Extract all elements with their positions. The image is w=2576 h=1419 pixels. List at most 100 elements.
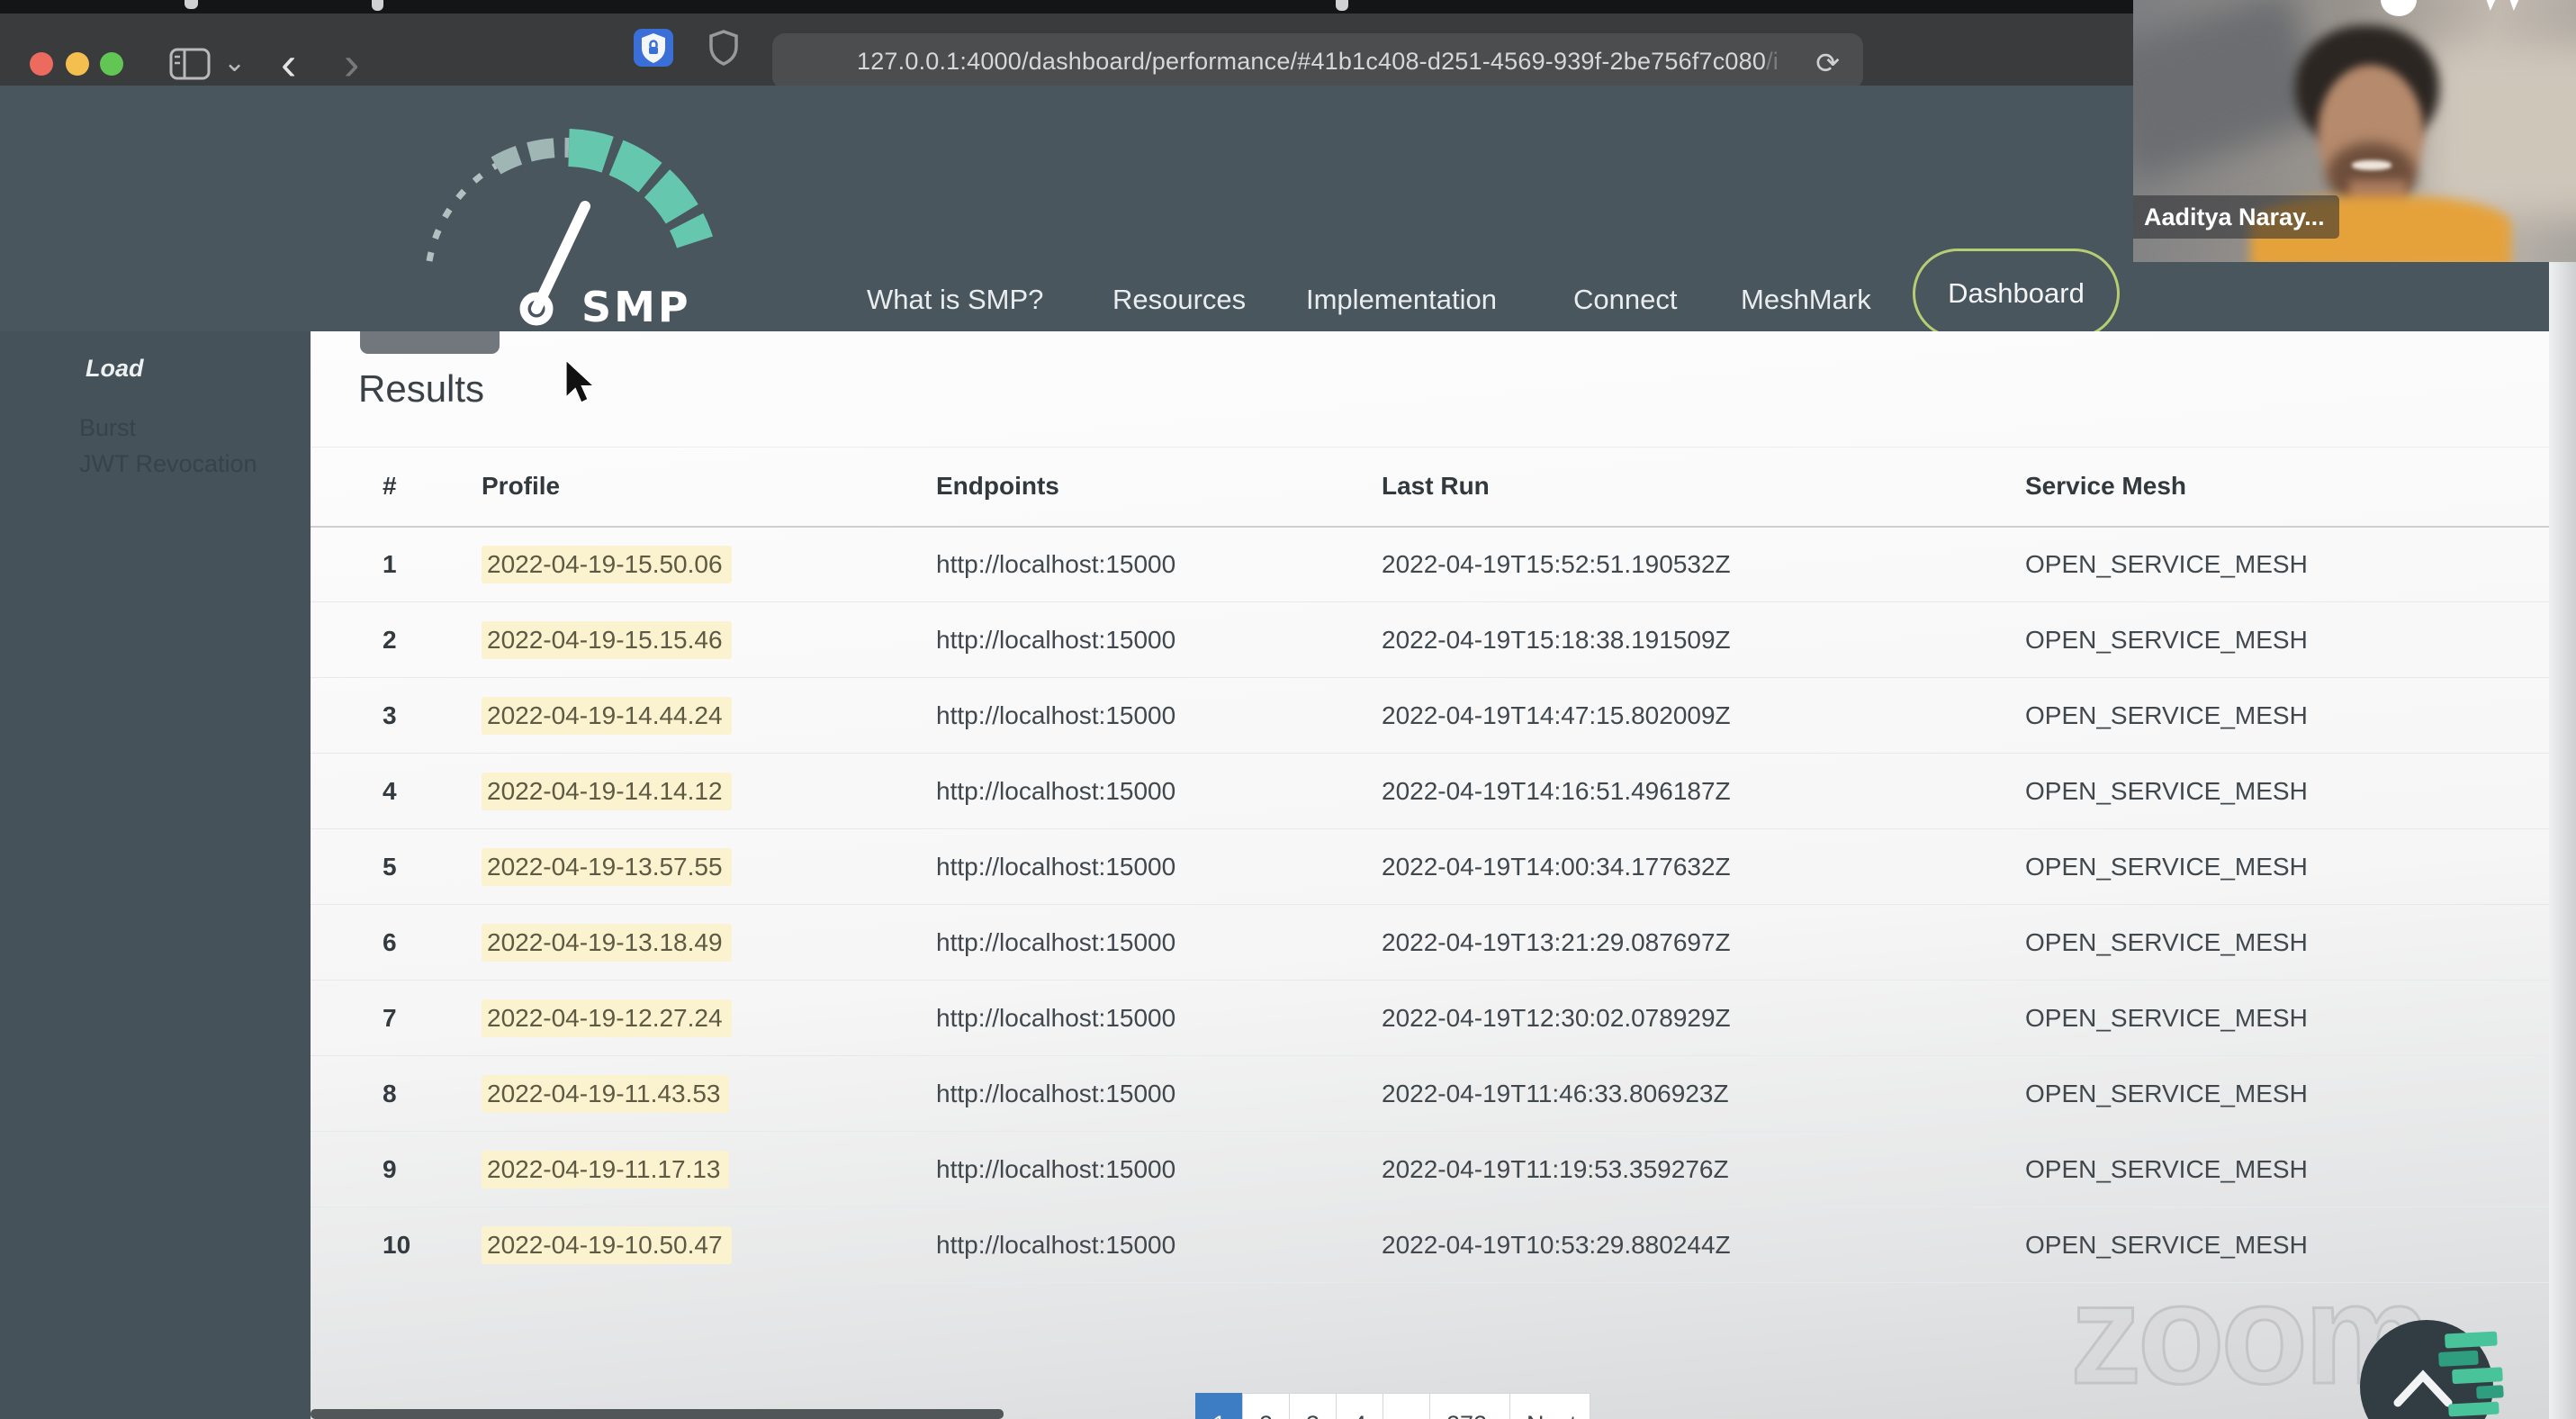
horizontal-scrollbar[interactable] bbox=[311, 1409, 1004, 1419]
cell-number: 9 bbox=[311, 1131, 482, 1207]
mouse-cursor bbox=[565, 360, 596, 404]
page-title: Results bbox=[358, 367, 485, 410]
results-row: 4 2022-04-19-14.14.12 http://localhost:150… bbox=[311, 753, 2554, 829]
sidebar-item-burst[interactable]: Burst bbox=[79, 414, 136, 442]
collapse-fab[interactable] bbox=[2347, 1315, 2576, 1419]
cell-last-run: 2022-04-19T11:19:53.359276Z bbox=[1382, 1131, 2025, 1207]
pagination-page-3[interactable]: 3 bbox=[1289, 1393, 1337, 1419]
participant-name: Aaditya Naray... bbox=[2144, 203, 2325, 230]
participant-name-badge: Aaditya Naray... bbox=[2133, 195, 2339, 239]
chevron-down-icon[interactable]: ⌄ bbox=[223, 50, 246, 77]
cell-service-mesh: OPEN_SERVICE_MESH bbox=[2025, 1055, 2554, 1132]
cell-number: 1 bbox=[311, 526, 482, 602]
cell-service-mesh: OPEN_SERVICE_MESH bbox=[2025, 753, 2554, 829]
minimize-window-button[interactable] bbox=[66, 52, 89, 76]
cell-profile: 2022-04-19-14.44.24 bbox=[482, 677, 936, 754]
webcam-tile[interactable]: Aaditya Naray... bbox=[2133, 0, 2576, 262]
cell-number: 2 bbox=[311, 601, 482, 678]
cutoff-text-fragment bbox=[1336, 0, 1348, 11]
profile-highlight[interactable]: 2022-04-19-11.17.13 bbox=[482, 1150, 730, 1189]
cell-last-run: 2022-04-19T13:21:29.087697Z bbox=[1382, 904, 2025, 981]
results-row: 5 2022-04-19-13.57.55 http://localhost:150… bbox=[311, 828, 2554, 905]
pagination-page-1[interactable]: 1 bbox=[1195, 1393, 1243, 1419]
profile-highlight[interactable]: 2022-04-19-13.18.49 bbox=[482, 923, 732, 962]
close-window-button[interactable] bbox=[30, 52, 53, 76]
cell-profile: 2022-04-19-13.57.55 bbox=[482, 828, 936, 905]
results-row: 3 2022-04-19-14.44.24 http://localhost:150… bbox=[311, 677, 2554, 754]
shield-extension-icon[interactable] bbox=[704, 26, 743, 69]
reload-icon[interactable]: ⟳ bbox=[1815, 46, 1840, 80]
pagination-page-4[interactable]: 4 bbox=[1336, 1393, 1383, 1419]
profile-highlight[interactable]: 2022-04-19-14.44.24 bbox=[482, 696, 732, 735]
profile-highlight[interactable]: 2022-04-19-15.50.06 bbox=[482, 545, 732, 583]
profile-highlight[interactable]: 2022-04-19-12.27.24 bbox=[482, 999, 732, 1037]
scrolled-tab-stub[interactable] bbox=[360, 331, 500, 354]
column-header-profile: Profile bbox=[482, 447, 936, 528]
cell-profile: 2022-04-19-10.50.47 bbox=[482, 1207, 936, 1283]
cutoff-text-fragment bbox=[185, 0, 198, 9]
cell-last-run: 2022-04-19T14:00:34.177632Z bbox=[1382, 828, 2025, 905]
column-header-endpoints: Endpoints bbox=[936, 447, 1382, 528]
cell-profile: 2022-04-19-15.50.06 bbox=[482, 526, 936, 602]
cell-service-mesh: OPEN_SERVICE_MESH bbox=[2025, 980, 2554, 1056]
address-bar[interactable]: 127.0.0.1:4000/dashboard/performance/#41… bbox=[772, 33, 1863, 89]
cell-endpoint: http://localhost:15000 bbox=[936, 677, 1382, 754]
cell-service-mesh: OPEN_SERVICE_MESH bbox=[2025, 828, 2554, 905]
sidebar-item-jwt-revocation[interactable]: JWT Revocation bbox=[79, 450, 257, 478]
smp-speedometer-logo[interactable]: SMP bbox=[396, 122, 747, 333]
vertical-scrollbar[interactable] bbox=[2549, 262, 2576, 1419]
cell-endpoint: http://localhost:15000 bbox=[936, 601, 1382, 678]
cell-endpoint: http://localhost:15000 bbox=[936, 1131, 1382, 1207]
cell-endpoint: http://localhost:15000 bbox=[936, 828, 1382, 905]
profile-highlight[interactable]: 2022-04-19-11.43.53 bbox=[482, 1074, 730, 1113]
cell-number: 5 bbox=[311, 828, 482, 905]
results-header-row: # Profile Endpoints Last Run Service Mesh bbox=[311, 447, 2554, 528]
cell-last-run: 2022-04-19T12:30:02.078929Z bbox=[1382, 980, 2025, 1056]
screen: ⌄ ‹ › 127.0.0.1:4000/dashboard/performan… bbox=[0, 0, 2576, 1419]
pagination-page-2[interactable]: 2 bbox=[1242, 1393, 1290, 1419]
nav-item-dashboard[interactable]: Dashboard bbox=[1913, 249, 2120, 339]
cell-number: 7 bbox=[311, 980, 482, 1056]
forward-button[interactable]: › bbox=[344, 41, 359, 87]
cell-profile: 2022-04-19-11.17.13 bbox=[482, 1131, 936, 1207]
pagination-next-button[interactable]: Next bbox=[1509, 1393, 1590, 1419]
results-row: 1 2022-04-19-15.50.06 http://localhost:150… bbox=[311, 526, 2554, 602]
cell-last-run: 2022-04-19T15:52:51.190532Z bbox=[1382, 526, 2025, 602]
results-row: 2 2022-04-19-15.15.46 http://localhost:150… bbox=[311, 601, 2554, 678]
cell-service-mesh: OPEN_SERVICE_MESH bbox=[2025, 601, 2554, 678]
profile-highlight[interactable]: 2022-04-19-15.15.46 bbox=[482, 620, 732, 659]
cell-number: 10 bbox=[311, 1207, 482, 1283]
column-header-service-mesh: Service Mesh bbox=[2025, 447, 2554, 528]
cell-service-mesh: OPEN_SERVICE_MESH bbox=[2025, 526, 2554, 602]
smp-logo-text: SMP bbox=[581, 283, 691, 331]
nav-item-what-is-smp[interactable]: What is SMP? bbox=[867, 279, 1043, 321]
cell-service-mesh: OPEN_SERVICE_MESH bbox=[2025, 677, 2554, 754]
cell-endpoint: http://localhost:15000 bbox=[936, 1055, 1382, 1132]
cutoff-overlay-circle bbox=[2381, 0, 2417, 16]
pagination-page-…[interactable]: … bbox=[1383, 1393, 1430, 1419]
cell-profile: 2022-04-19-12.27.24 bbox=[482, 980, 936, 1056]
nav-item-meshmark[interactable]: MeshMark bbox=[1741, 279, 1871, 321]
cell-endpoint: http://localhost:15000 bbox=[936, 753, 1382, 829]
pagination-page-272[interactable]: 272 bbox=[1429, 1393, 1510, 1419]
results-table-head: # Profile Endpoints Last Run Service Mesh bbox=[311, 447, 2554, 528]
back-button[interactable]: ‹ bbox=[281, 41, 296, 87]
cutoff-overlay-mark bbox=[2485, 0, 2497, 11]
profile-highlight[interactable]: 2022-04-19-10.50.47 bbox=[482, 1225, 732, 1264]
sidebar-toggle-icon[interactable] bbox=[169, 48, 211, 80]
url-text: 127.0.0.1:4000/dashboard/performance/#41… bbox=[857, 47, 1779, 75]
sidebar-item-load[interactable]: Load bbox=[86, 355, 144, 383]
background-blur bbox=[2430, 45, 2576, 216]
profile-highlight[interactable]: 2022-04-19-14.14.12 bbox=[482, 772, 732, 810]
results-row: 7 2022-04-19-12.27.24 http://localhost:150… bbox=[311, 980, 2554, 1056]
maximize-window-button[interactable] bbox=[100, 52, 123, 76]
profile-highlight[interactable]: 2022-04-19-13.57.55 bbox=[482, 847, 732, 886]
nav-item-connect[interactable]: Connect bbox=[1573, 279, 1677, 321]
nav-item-resources[interactable]: Resources bbox=[1112, 279, 1246, 321]
cell-profile: 2022-04-19-15.15.46 bbox=[482, 601, 936, 678]
cell-profile: 2022-04-19-14.14.12 bbox=[482, 753, 936, 829]
privacy-shield-extension-icon[interactable] bbox=[633, 24, 674, 69]
cell-number: 4 bbox=[311, 753, 482, 829]
nav-item-implementation[interactable]: Implementation bbox=[1306, 279, 1497, 321]
cutoff-text-fragment bbox=[372, 0, 383, 11]
